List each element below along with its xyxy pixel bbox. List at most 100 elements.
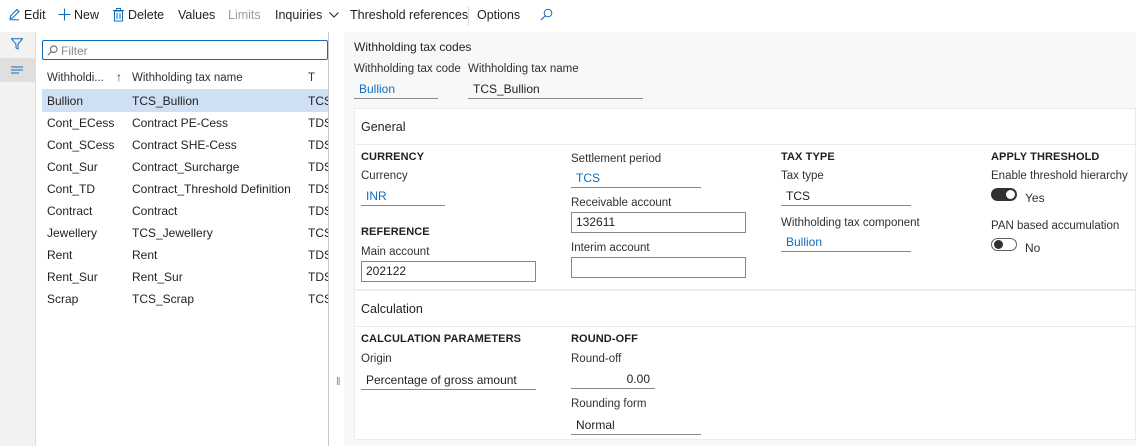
list-row[interactable]: Jewellery TCS_Jewellery TCS bbox=[42, 222, 328, 244]
pencil-icon bbox=[9, 8, 20, 21]
settlement-period-label: Settlement period bbox=[571, 153, 662, 165]
list-lines-icon bbox=[11, 66, 23, 74]
list-cell-code: Cont_TD bbox=[47, 182, 96, 196]
round-off-label: Round-off bbox=[571, 353, 622, 365]
threshold-hierarchy-toggle[interactable] bbox=[991, 188, 1017, 201]
search-icon bbox=[540, 8, 553, 21]
list-cell-name: TCS_Jewellery bbox=[132, 226, 213, 240]
tax-component-field[interactable]: Bullion bbox=[781, 232, 911, 252]
general-section-header[interactable]: General bbox=[355, 109, 1136, 145]
plus-icon bbox=[58, 8, 71, 21]
details-pane: Withholding tax codes Withholding tax co… bbox=[344, 32, 1136, 446]
calculation-section-header[interactable]: Calculation bbox=[355, 291, 1136, 327]
list-row[interactable]: Contract Contract TDS bbox=[42, 200, 328, 222]
column-header-type[interactable]: T bbox=[308, 72, 315, 84]
tax-component-label: Withholding tax component bbox=[781, 217, 920, 229]
tax-name-label: Withholding tax name bbox=[468, 63, 579, 75]
list-row[interactable]: Cont_ECess Contract PE-Cess TDS bbox=[42, 112, 328, 134]
list-cell-name: TCS_Bullion bbox=[132, 94, 199, 108]
search-button[interactable] bbox=[540, 0, 554, 32]
interim-account-field[interactable] bbox=[571, 257, 746, 278]
calculation-section: Calculation CALCULATION PARAMETERS Origi… bbox=[354, 290, 1136, 440]
column-header-name[interactable]: Withholding tax name bbox=[132, 72, 243, 84]
list-pane: Filter Withholdi... ↑ Withholding tax na… bbox=[36, 32, 329, 446]
edit-label: Edit bbox=[24, 8, 46, 22]
options-button[interactable]: Options bbox=[477, 0, 520, 32]
pan-accumulation-toggle[interactable] bbox=[991, 238, 1017, 251]
threshold-hierarchy-label: Enable threshold hierarchy bbox=[991, 170, 1128, 182]
list-cell-name: TCS_Scrap bbox=[132, 292, 195, 306]
list-cell-code: Scrap bbox=[47, 292, 79, 306]
tax-code-label: Withholding tax code bbox=[354, 63, 461, 75]
list-cell-code: Jewellery bbox=[47, 226, 98, 240]
list-cell-type: TDS bbox=[308, 160, 328, 174]
list-cell-code: Cont_SCess bbox=[47, 138, 115, 152]
delete-label: Delete bbox=[128, 8, 165, 22]
edit-button[interactable]: Edit bbox=[8, 0, 46, 32]
list-row[interactable]: Cont_SCess Contract SHE-Cess TDS bbox=[42, 134, 328, 156]
delete-button[interactable]: Delete bbox=[112, 0, 164, 32]
list-row[interactable]: Rent_Sur Rent_Sur TDS bbox=[42, 266, 328, 288]
list-row[interactable]: Scrap TCS_Scrap TCS bbox=[42, 288, 328, 310]
round-off-field[interactable]: 0.00 bbox=[571, 369, 655, 389]
list-cell-code: Rent_Sur bbox=[47, 270, 98, 284]
origin-label: Origin bbox=[361, 353, 392, 365]
receivable-account-field[interactable]: 132611 bbox=[571, 212, 746, 233]
origin-select[interactable]: Percentage of gross amount bbox=[361, 370, 536, 390]
currency-field[interactable]: INR bbox=[361, 186, 445, 206]
calculation-section-title: Calculation bbox=[361, 302, 423, 316]
calculation-parameters-heading: CALCULATION PARAMETERS bbox=[361, 333, 522, 345]
list-cell-name: Contract SHE-Cess bbox=[132, 138, 237, 152]
list-cell-name: Contract bbox=[132, 204, 178, 218]
page-title: Withholding tax codes bbox=[354, 40, 472, 54]
tax-name-field[interactable]: TCS_Bullion bbox=[468, 79, 643, 99]
list-cell-type: TDS bbox=[308, 138, 328, 152]
list-cell-code: Contract bbox=[47, 204, 93, 218]
list-cell-type: TCS bbox=[308, 226, 328, 240]
threshold-hierarchy-value: Yes bbox=[1025, 191, 1045, 205]
list-cell-type: TCS bbox=[308, 292, 328, 306]
funnel-icon bbox=[11, 38, 23, 50]
pane-splitter[interactable]: ‖ bbox=[336, 376, 341, 388]
inquiries-menu[interactable]: Inquiries bbox=[275, 0, 339, 32]
limits-button[interactable]: Limits bbox=[228, 0, 261, 32]
interim-account-label: Interim account bbox=[571, 242, 650, 254]
list-cell-name: Rent bbox=[132, 248, 158, 262]
list-cell-type: TDS bbox=[308, 248, 328, 262]
toolbar-divider bbox=[468, 6, 469, 26]
threshold-references-button[interactable]: Threshold references bbox=[350, 0, 468, 32]
round-off-heading: ROUND-OFF bbox=[571, 333, 638, 345]
limits-label: Limits bbox=[228, 8, 261, 22]
general-section: General CURRENCY Currency INR REFERENCE … bbox=[354, 108, 1136, 290]
list-row[interactable]: Cont_TD Contract_Threshold Definition TDS bbox=[42, 178, 328, 200]
filter-placeholder: Filter bbox=[61, 44, 88, 58]
settlement-period-field[interactable]: TCS bbox=[571, 168, 701, 188]
options-label: Options bbox=[477, 8, 521, 22]
list-row[interactable]: Rent Rent TDS bbox=[42, 244, 328, 266]
list-cell-type: TDS bbox=[308, 270, 328, 284]
tax-type-select[interactable]: TCS bbox=[781, 186, 911, 206]
apply-threshold-group-heading: APPLY THRESHOLD bbox=[991, 151, 1100, 163]
list-cell-name: Rent_Sur bbox=[132, 270, 183, 284]
main-account-field[interactable]: 202122 bbox=[361, 261, 536, 282]
tax-code-field[interactable]: Bullion bbox=[354, 79, 438, 99]
list-row[interactable]: Cont_Sur Contract_Surcharge TDS bbox=[42, 156, 328, 178]
list-view-button[interactable] bbox=[0, 58, 35, 82]
rounding-form-select[interactable]: Normal bbox=[571, 415, 701, 435]
list-cell-type: TDS bbox=[308, 204, 328, 218]
values-button[interactable]: Values bbox=[178, 0, 215, 32]
new-button[interactable]: New bbox=[58, 0, 99, 32]
filter-pane-button[interactable] bbox=[0, 32, 35, 56]
filter-input[interactable]: Filter bbox=[42, 40, 328, 60]
general-section-title: General bbox=[361, 120, 406, 134]
list-row[interactable]: Bullion TCS_Bullion TCS bbox=[42, 90, 328, 112]
column-header-code[interactable]: Withholdi... bbox=[47, 72, 104, 84]
new-label: New bbox=[74, 8, 100, 22]
pan-accumulation-value: No bbox=[1025, 241, 1041, 255]
main-account-label: Main account bbox=[361, 246, 430, 258]
action-pane: Edit New Delete Values Limits Inquiries … bbox=[0, 0, 1136, 32]
list-cell-code: Rent bbox=[47, 248, 73, 262]
list-header: Withholdi... ↑ Withholding tax name T bbox=[42, 68, 328, 90]
search-icon bbox=[47, 45, 58, 56]
list-cell-code: Cont_Sur bbox=[47, 160, 98, 174]
